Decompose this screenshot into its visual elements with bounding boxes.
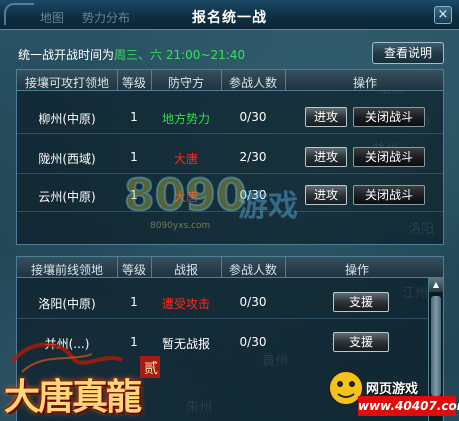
column-header: 参战人数: [228, 263, 277, 277]
defender-name: 大唐: [173, 190, 198, 204]
territory-name: 柳州(中原): [38, 112, 96, 126]
close-battle-button[interactable]: 关闭战斗: [353, 147, 425, 167]
defender-name: 大唐: [173, 152, 198, 166]
attack-table-header: 接壤可攻打领地 等级 防守方 参战人数 操作: [17, 70, 443, 91]
game-logo-badge: 贰: [144, 360, 158, 377]
battle-report: 遭受攻击: [161, 297, 210, 311]
support-button[interactable]: 支援: [333, 332, 389, 352]
close-button[interactable]: ×: [434, 6, 452, 24]
column-header: 等级: [121, 76, 146, 90]
territory-level: 1: [130, 295, 138, 309]
column-header: 防守方: [167, 76, 204, 90]
participant-count: 0/30: [239, 110, 267, 124]
territory-level: 1: [130, 188, 138, 202]
battle-time: 21:00~21:40: [165, 48, 246, 62]
attack-button[interactable]: 进攻: [305, 107, 347, 127]
participant-count: 2/30: [239, 150, 267, 164]
close-battle-button[interactable]: 关闭战斗: [353, 185, 425, 205]
participant-count: 0/30: [239, 335, 267, 349]
scroll-up-arrow-icon[interactable]: ▲: [429, 278, 443, 292]
column-header: 操作: [344, 263, 369, 277]
battle-time-prefix: 统一战开战时间为: [18, 48, 115, 62]
site-logo-url[interactable]: www.40407.com: [358, 396, 459, 416]
column-header: 接壤可攻打领地: [24, 76, 109, 90]
column-header: 等级: [121, 263, 146, 277]
territory-name: 陇州(西域): [38, 152, 96, 166]
participant-count: 0/30: [239, 188, 267, 202]
game-logo-text: 大唐真龍: [4, 376, 142, 418]
attack-button[interactable]: 进攻: [305, 185, 347, 205]
column-header: 参战人数: [228, 76, 277, 90]
territory-name: 洛阳(中原): [38, 297, 96, 311]
defender-name: 地方势力: [161, 112, 210, 126]
territory-level: 1: [130, 150, 138, 164]
battle-days: 周三、六: [114, 48, 163, 62]
participant-count: 0/30: [239, 295, 267, 309]
column-header: 战报: [173, 263, 198, 277]
support-button[interactable]: 支援: [333, 292, 389, 312]
battle-time-info: 统一战开战时间为周三、六 21:00~21:40: [18, 46, 245, 63]
table-row: 柳州(中原) 1 地方势力 0/30 进攻 关闭战斗: [17, 100, 443, 134]
table-row: 陇州(西域) 1 大唐 2/30 进攻 关闭战斗: [17, 140, 443, 174]
dialog-title: 报名统一战: [192, 10, 267, 26]
view-instructions-button[interactable]: 查看说明: [372, 42, 444, 64]
column-header: 操作: [352, 76, 377, 90]
territory-level: 1: [130, 110, 138, 124]
table-row: 云州(中原) 1 大唐 0/30 进攻 关闭战斗: [17, 178, 443, 212]
attack-button[interactable]: 进攻: [305, 147, 347, 167]
dialog-title-bar: 地图 势力分布 报名统一战 ×: [0, 0, 459, 30]
table-row: 洛阳(中原) 1 遭受攻击 0/30 支援: [17, 285, 443, 319]
site-logo-title: 网页游戏: [366, 382, 419, 397]
attack-territory-panel: 接壤可攻打领地 等级 防守方 参战人数 操作 柳州(中原) 1 地方势力 0/3…: [16, 69, 444, 245]
column-header: 接壤前线领地: [30, 263, 103, 277]
close-battle-button[interactable]: 关闭战斗: [353, 107, 425, 127]
support-table-header: 接壤前线领地 等级 战报 参战人数 操作: [17, 257, 443, 278]
territory-name: 云州(中原): [38, 190, 96, 204]
